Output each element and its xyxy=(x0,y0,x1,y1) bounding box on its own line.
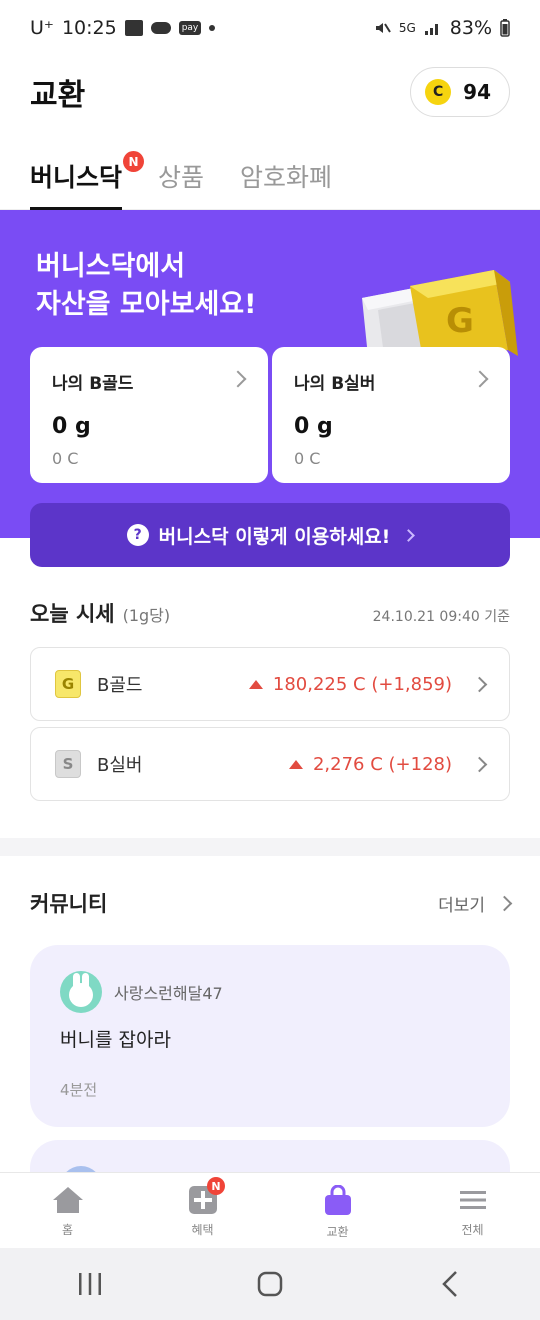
asset-coin-value: 0 C xyxy=(52,449,79,468)
nav-all[interactable]: 전체 xyxy=(405,1173,540,1248)
recents-button[interactable] xyxy=(60,1264,120,1304)
page-title: 교환 xyxy=(30,78,86,113)
post-author: 사랑스런해달47 xyxy=(60,971,223,1013)
app-screen: U⁺ 10:25 pay 5G 83% 교환 C 94 버니스닥 N 상품 암호… xyxy=(0,0,540,1320)
back-button[interactable] xyxy=(420,1264,480,1304)
home-button[interactable] xyxy=(240,1264,300,1304)
banner-title-line1: 버니스닥에서 xyxy=(36,251,186,282)
author-name: 사랑스런해달47 xyxy=(114,984,223,1003)
avatar xyxy=(60,971,102,1013)
asset-coin-value: 0 C xyxy=(294,449,321,468)
more-label: 더보기 xyxy=(438,895,485,916)
banner-title-line2: 자산을 모아보세요! xyxy=(36,289,257,320)
chevron-right-icon xyxy=(402,528,416,542)
page-header: 교환 C 94 xyxy=(0,62,540,122)
up-arrow-icon xyxy=(248,679,263,689)
how-to-use-button[interactable]: ? 버니스닥 이렇게 이용하세요! xyxy=(30,503,510,567)
up-arrow-icon xyxy=(288,759,303,769)
tab-label: 상품 xyxy=(158,163,205,192)
asset-label: 나의 B실버 xyxy=(294,374,376,394)
coin-balance-button[interactable]: C 94 xyxy=(410,67,510,117)
tab-label: 암호화폐 xyxy=(240,163,333,192)
network-type: 5G xyxy=(398,21,416,35)
carrier-label: U⁺ xyxy=(30,17,54,39)
prices-header: 오늘 시세 (1g당) 24.10.21 09:40 기준 xyxy=(30,598,510,628)
tab-bar: 버니스닥 N 상품 암호화폐 xyxy=(0,140,540,210)
prices-title: 오늘 시세 xyxy=(30,602,115,626)
metal-name: B골드 xyxy=(97,675,143,696)
battery-icon xyxy=(500,19,510,37)
new-badge: N xyxy=(123,151,145,172)
gold-icon: G xyxy=(55,670,81,698)
recents-icon xyxy=(79,1273,101,1295)
chevron-right-icon xyxy=(471,676,488,692)
tab-label: 버니스닥 xyxy=(30,163,123,192)
price-value: 2,276 C (+128) xyxy=(288,753,452,775)
back-icon xyxy=(442,1271,457,1297)
nav-label: 전체 xyxy=(461,1223,484,1237)
nav-home[interactable]: 홈 xyxy=(0,1173,135,1248)
battery-level: 83% xyxy=(449,17,492,39)
home-icon xyxy=(52,1187,83,1213)
clock: 10:25 xyxy=(61,17,117,39)
post-text: 버니를 잡아라 xyxy=(60,1029,171,1051)
post-time: 4분전 xyxy=(60,1081,98,1099)
community-title: 커뮤니티 xyxy=(30,892,108,916)
asset-amount: 0 g xyxy=(294,414,333,439)
pay-icon: pay xyxy=(178,21,202,35)
nav-label: 교환 xyxy=(326,1225,349,1239)
how-to-use-label: 버니스닥 이렇게 이용하세요! xyxy=(158,525,391,548)
mute-icon xyxy=(375,23,391,33)
banner-title: 버니스닥에서 자산을 모아보세요! xyxy=(36,248,256,324)
notification-dot-icon xyxy=(209,25,216,31)
nav-label: 혜택 xyxy=(191,1223,214,1237)
menu-icon xyxy=(459,1191,486,1209)
price-value: 180,225 C (+1,859) xyxy=(248,673,452,695)
gold-bar-letter: G xyxy=(446,301,474,341)
price-row-silver[interactable]: S B실버 2,276 C (+128) xyxy=(30,727,510,801)
coin-icon: C xyxy=(425,79,452,105)
section-divider xyxy=(0,838,540,856)
cloud-icon xyxy=(150,22,171,34)
coin-balance: 94 xyxy=(463,80,491,104)
silver-icon: S xyxy=(55,750,81,778)
nav-exchange[interactable]: 교환 xyxy=(270,1173,405,1248)
tab-products[interactable]: 상품 xyxy=(158,140,204,210)
prices-timestamp: 24.10.21 09:40 기준 xyxy=(372,609,510,625)
community-header: 커뮤니티 더보기 xyxy=(30,888,513,918)
tab-bunisdaq[interactable]: 버니스닥 N xyxy=(30,140,145,210)
promo-banner: 버니스닥에서 자산을 모아보세요! G 나의 B골드 0 g 0 C 나의 B실… xyxy=(0,210,540,567)
bottom-nav: 홈 N 혜택 교환 전체 xyxy=(0,1172,540,1248)
price-row-gold[interactable]: G B골드 180,225 C (+1,859) xyxy=(30,647,510,721)
new-badge: N xyxy=(207,1177,225,1195)
asset-label: 나의 B골드 xyxy=(52,374,134,394)
metal-name: B실버 xyxy=(97,755,143,776)
status-bar: U⁺ 10:25 pay 5G 83% xyxy=(0,0,540,56)
community-post[interactable]: 사랑스런해달47 버니를 잡아라 4분전 xyxy=(30,945,510,1127)
question-icon: ? xyxy=(126,524,149,546)
nav-label: 홈 xyxy=(61,1223,74,1237)
home-circle-icon xyxy=(257,1271,283,1297)
my-silver-card[interactable]: 나의 B실버 0 g 0 C xyxy=(272,347,510,483)
price-text: 2,276 C (+128) xyxy=(312,753,452,775)
chevron-right-icon xyxy=(471,756,488,772)
system-nav-bar xyxy=(0,1248,540,1320)
tab-crypto[interactable]: 암호화폐 xyxy=(240,140,332,210)
prices-unit: (1g당) xyxy=(122,606,171,625)
price-text: 180,225 C (+1,859) xyxy=(272,673,452,695)
more-button[interactable]: 더보기 xyxy=(438,891,513,916)
gallery-icon xyxy=(124,20,143,36)
asset-amount: 0 g xyxy=(52,414,91,439)
nav-benefits[interactable]: N 혜택 xyxy=(135,1173,270,1248)
chevron-right-icon xyxy=(496,895,513,911)
signal-icon xyxy=(424,24,438,35)
shopping-bag-icon xyxy=(324,1185,351,1215)
my-gold-card[interactable]: 나의 B골드 0 g 0 C xyxy=(30,347,268,483)
